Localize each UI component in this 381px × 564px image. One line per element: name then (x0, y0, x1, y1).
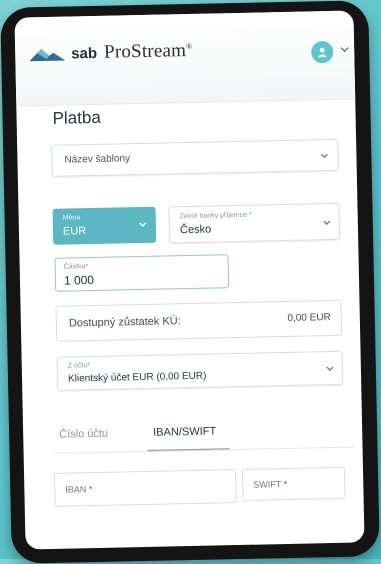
currency-select[interactable]: Měna EUR (52, 206, 157, 245)
amount-label-text: Částka (63, 263, 86, 271)
currency-label: Měna (62, 214, 81, 222)
swift-field[interactable]: SWIFT * (241, 466, 346, 501)
template-select-placeholder: Název šablony (64, 153, 131, 166)
app-logo[interactable]: sab ProStream® (29, 40, 193, 65)
country-value: Česko (179, 223, 212, 237)
country-label: Země banky příjemce * (180, 212, 252, 221)
iban-label-text: IBAN (65, 484, 87, 495)
iban-required-mark: * (88, 484, 93, 495)
from-account-value: Klientský účet EUR (0,00 EUR) (67, 370, 207, 385)
chevron-down-icon (326, 366, 334, 371)
template-select[interactable]: Název šablony (51, 138, 339, 177)
chevron-down-icon (320, 153, 328, 159)
from-account-select[interactable]: Z účtu* Klientský účet EUR (0,00 EUR) (56, 350, 344, 391)
amount-required-mark: * (85, 263, 89, 271)
currency-value: EUR (62, 225, 87, 238)
logo-product-name: ProStream (103, 40, 187, 63)
balance-label: Dostupný zůstatek KÚ: (68, 315, 181, 330)
iban-field[interactable]: IBAN * (54, 469, 237, 507)
available-balance: Dostupný zůstatek KÚ: 0,00 EUR (55, 299, 343, 342)
page-title: Platba (52, 107, 101, 128)
app-header: sab ProStream® (14, 10, 356, 107)
tab-iban-swift[interactable]: IBAN/SWIFT (153, 425, 216, 438)
country-required-mark: * (248, 211, 252, 219)
sab-wave-logo-icon (29, 49, 66, 62)
swift-required-mark: * (283, 479, 288, 490)
amount-field[interactable]: Částka* 1 000 (54, 254, 230, 292)
swift-label-text: SWIFT (253, 479, 282, 490)
from-account-required-mark: * (87, 362, 91, 370)
amount-value: 1 000 (63, 273, 95, 288)
user-avatar[interactable] (311, 40, 334, 64)
country-label-text: Země banky příjemce (179, 211, 248, 221)
logo-registered-mark: ® (185, 41, 193, 51)
logo-brand-text: sab (71, 44, 98, 62)
recipient-bank-country-select[interactable]: Země banky příjemce * Česko (168, 202, 341, 244)
swift-label: SWIFT * (253, 479, 287, 490)
amount-label: Částka* (64, 263, 89, 271)
balance-value: 0,00 EUR (287, 312, 331, 324)
logo-product-text: ProStream® (104, 40, 193, 64)
app-screen: sab ProStream® Platba Název šablony Měna… (14, 10, 365, 550)
chevron-down-icon[interactable] (340, 47, 349, 53)
user-icon (317, 47, 327, 58)
from-account-label-text: Z účtu (67, 362, 88, 370)
chevron-down-icon (139, 222, 147, 227)
iban-label: IBAN * (65, 484, 92, 495)
chevron-down-icon (323, 220, 331, 226)
from-account-label: Z účtu* (68, 362, 90, 369)
tab-account-number[interactable]: Číslo účtu (59, 428, 108, 441)
